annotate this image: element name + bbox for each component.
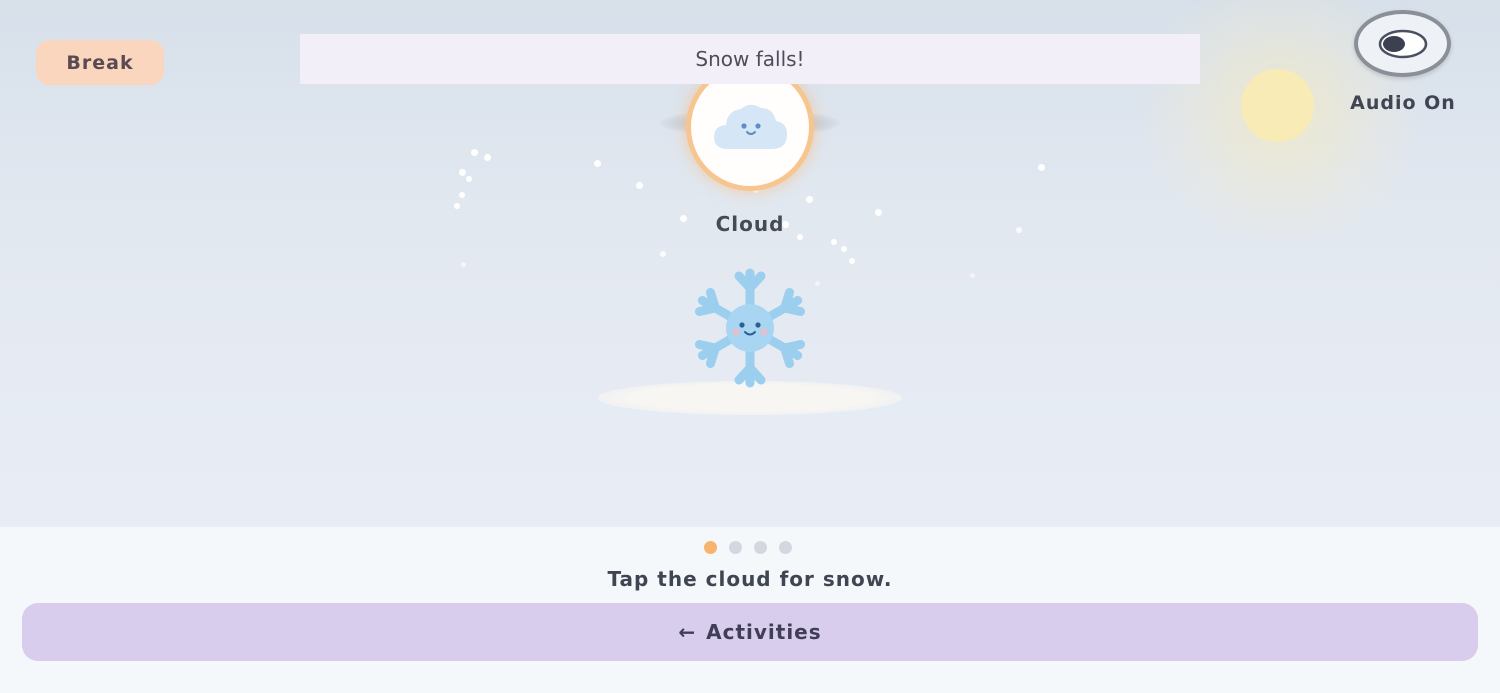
snow-particle bbox=[831, 239, 837, 245]
snow-particle bbox=[806, 196, 813, 203]
snowflake-character bbox=[690, 265, 810, 391]
pager-dot-active bbox=[704, 541, 717, 554]
pager-dot bbox=[779, 541, 792, 554]
snowflake-face-icon bbox=[694, 268, 806, 388]
cloud-face-icon bbox=[714, 104, 788, 149]
snow-particle bbox=[753, 187, 759, 193]
snow-particle bbox=[466, 176, 472, 182]
activities-back-button[interactable]: ← Activities bbox=[22, 603, 1478, 661]
audio-toggle-button[interactable] bbox=[1354, 10, 1451, 77]
snow-particle bbox=[815, 281, 820, 286]
pager-dot bbox=[729, 541, 742, 554]
eye-toggle-icon bbox=[1378, 29, 1427, 58]
snow-particle bbox=[1038, 164, 1045, 171]
snow-particle bbox=[459, 192, 465, 198]
activities-label: Activities bbox=[706, 620, 822, 644]
snow-particle bbox=[471, 149, 478, 156]
break-button[interactable]: Break bbox=[36, 40, 164, 85]
snow-particle bbox=[459, 169, 466, 176]
sun-icon bbox=[1241, 69, 1314, 142]
snow-particle bbox=[849, 258, 855, 264]
snow-particle bbox=[636, 182, 643, 189]
snow-particle bbox=[841, 246, 847, 252]
snow-particle bbox=[484, 154, 491, 161]
cloud-label: Cloud bbox=[715, 212, 785, 236]
snow-particle bbox=[594, 160, 601, 167]
snow-particle bbox=[875, 209, 882, 216]
banner-text: Snow falls! bbox=[695, 47, 805, 71]
audio-label: Audio On bbox=[1350, 92, 1456, 114]
snow-particle bbox=[660, 251, 666, 257]
status-banner: Snow falls! bbox=[300, 34, 1200, 84]
snow-particle bbox=[461, 262, 466, 267]
pager-dot bbox=[754, 541, 767, 554]
pager-dots bbox=[704, 541, 792, 554]
instruction-text: Tap the cloud for snow. bbox=[607, 567, 893, 591]
snow-particle bbox=[970, 273, 975, 278]
snow-particle bbox=[1016, 227, 1022, 233]
snow-particle bbox=[454, 203, 460, 209]
left-arrow-icon: ← bbox=[678, 620, 697, 644]
snow-particle bbox=[680, 215, 687, 222]
cloud-button[interactable] bbox=[691, 68, 809, 186]
